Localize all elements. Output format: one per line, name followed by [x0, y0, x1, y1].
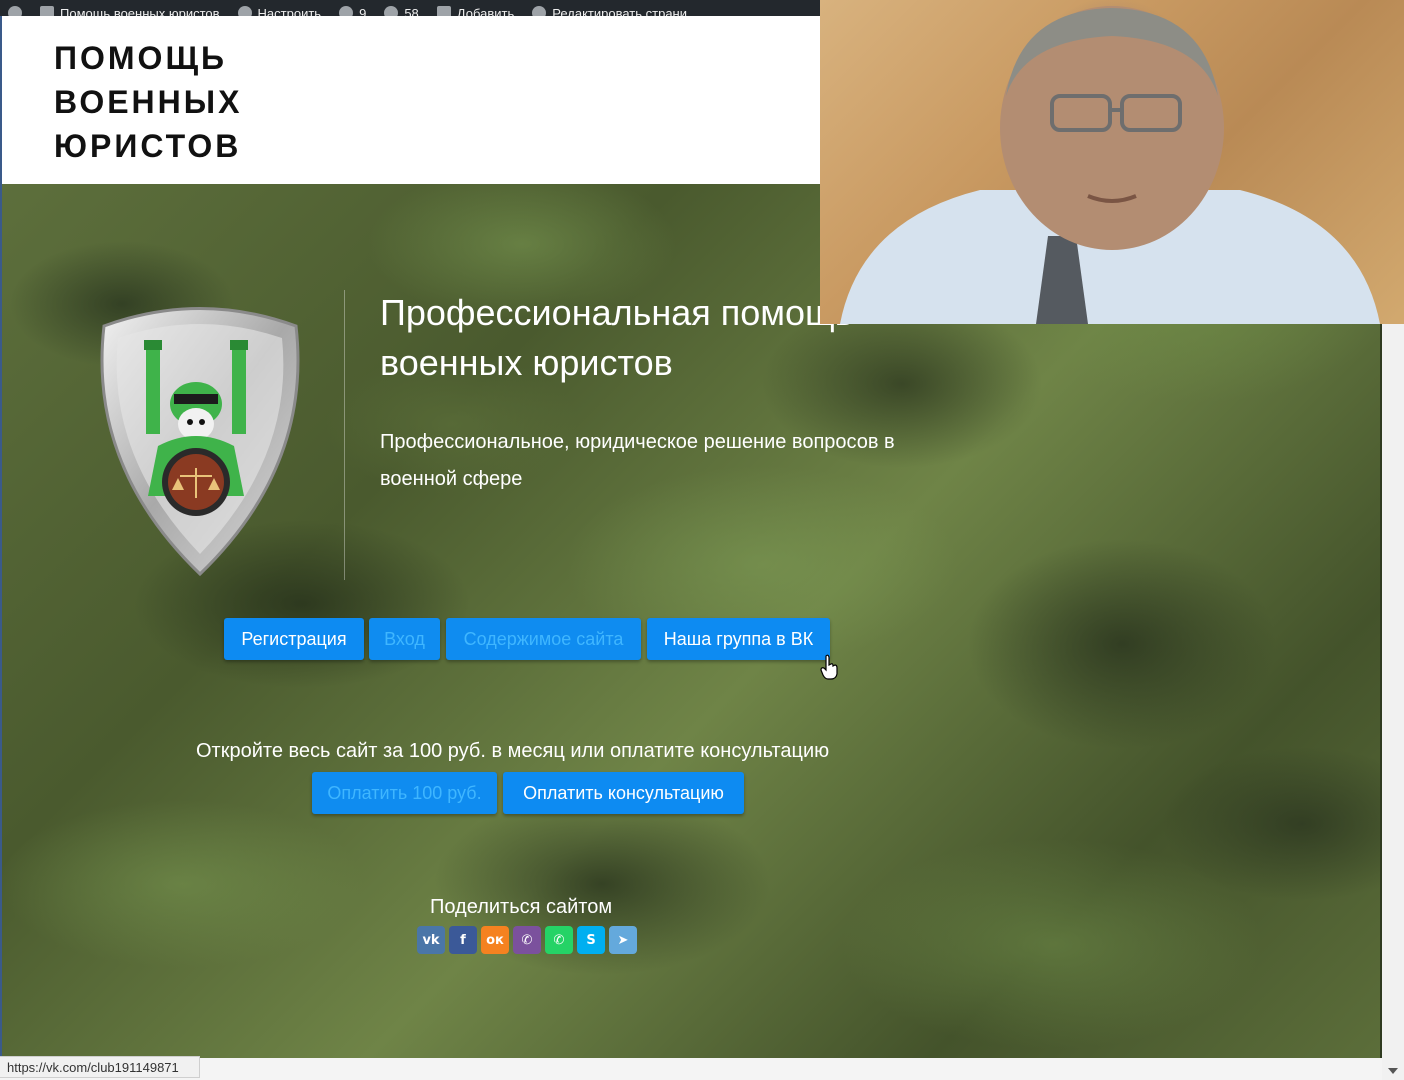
comments-icon [384, 6, 399, 16]
admin-bar-site-item[interactable]: Помощь военных юристов [40, 6, 220, 16]
shield-logo-icon [100, 307, 300, 576]
admin-bar-new-item[interactable]: Добавить [436, 5, 515, 17]
plus-icon [436, 6, 451, 16]
share-buttons-row: vk f ок ✆ ✆ S ➤ [417, 926, 637, 954]
site-title[interactable]: ПОМОЩЬ ВОЕННЫХ ЮРИСТОВ [54, 36, 294, 168]
scroll-down-arrow-icon[interactable] [1388, 1068, 1398, 1074]
telegram-icon[interactable]: ➤ [609, 926, 637, 954]
wp-admin-bar: Помощь военных юристов Настроить 9 58 До… [0, 0, 820, 16]
viber-icon[interactable]: ✆ [513, 926, 541, 954]
share-title: Поделиться сайтом [430, 896, 613, 918]
pencil-icon [532, 6, 547, 16]
status-bar-url-text: https://vk.com/club191149871 [7, 1059, 179, 1075]
admin-bar-site-label: Помощь военных юристов [60, 5, 220, 17]
wp-logo-item[interactable] [8, 6, 22, 16]
admin-bar-comments-count: 58 [404, 5, 419, 17]
page-scrollbar[interactable] [1382, 324, 1404, 1080]
admin-bar-comments-item[interactable]: 58 [384, 5, 419, 17]
admin-bar-customize-item[interactable]: Настроить [237, 5, 322, 17]
hero-subtitle: Профессиональное, юридическое решение во… [380, 431, 895, 490]
hand-cursor-icon [820, 654, 838, 680]
odnoklassniki-icon[interactable]: ок [481, 926, 509, 954]
vk-group-button[interactable]: Наша группа в ВК [647, 618, 830, 660]
wordpress-icon [8, 6, 22, 16]
admin-bar-edit-item[interactable]: Редактировать страни [532, 6, 687, 16]
admin-bar-edit-label: Редактировать страни [552, 5, 688, 17]
updates-icon [339, 6, 354, 16]
home-icon [40, 6, 54, 16]
site-content-button[interactable]: Содержимое сайта [446, 618, 641, 660]
admin-bar-new-label: Добавить [456, 5, 515, 17]
status-bar-url: https://vk.com/club191149871 [0, 1056, 200, 1078]
facebook-icon[interactable]: f [449, 926, 477, 954]
login-button[interactable]: Вход [369, 618, 440, 660]
browser-bottom-strip [0, 1058, 1382, 1080]
webcam-overlay [820, 0, 1404, 324]
whatsapp-icon[interactable]: ✆ [545, 926, 573, 954]
vk-icon[interactable]: vk [417, 926, 445, 954]
skype-icon[interactable]: S [577, 926, 605, 954]
hero-divider [344, 290, 345, 580]
pay-100-button[interactable]: Оплатить 100 руб. [312, 772, 497, 814]
presenter-video-image [840, 6, 1380, 324]
brush-icon [237, 6, 252, 16]
admin-bar-customize-label: Настроить [257, 5, 322, 17]
site-header: ПОМОЩЬ ВОЕННЫХ ЮРИСТОВ [2, 16, 820, 184]
admin-bar-updates-item[interactable]: 9 [339, 6, 366, 16]
admin-bar-updates-count: 9 [359, 5, 367, 17]
register-button[interactable]: Регистрация [224, 618, 364, 660]
offer-text: Откройте весь сайт за 100 руб. в месяц и… [196, 740, 830, 762]
pay-consultation-button[interactable]: Оплатить консультацию [503, 772, 744, 814]
